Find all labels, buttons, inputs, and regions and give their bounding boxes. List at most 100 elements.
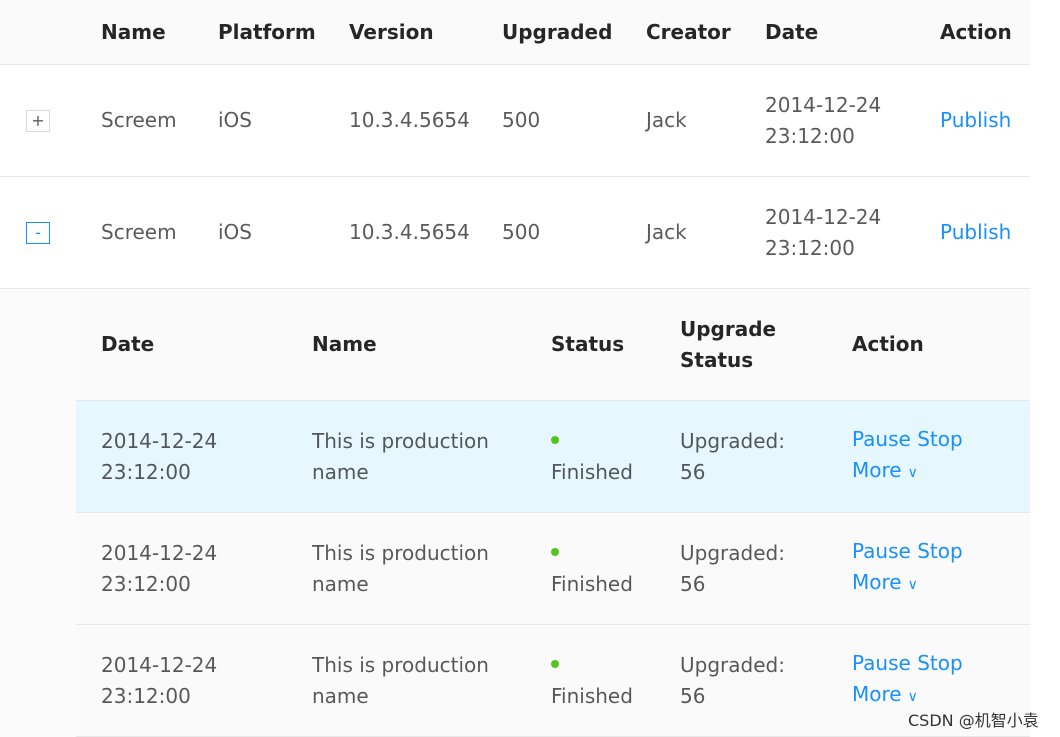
status-dot-icon	[551, 548, 559, 556]
minus-square-icon: -	[35, 223, 41, 242]
status-text: Finished	[551, 683, 633, 708]
nested-row-date-time: 23:12:00	[101, 459, 191, 484]
watermark: CSDN @机智小袁	[908, 711, 1039, 730]
nested-table-row: 2014-12-24 23:12:00 This is production n…	[76, 401, 1030, 513]
plus-square-icon: +	[31, 111, 45, 130]
nested-header-upgrade-status-line1: Upgrade	[680, 316, 777, 341]
row-date: 2014-12-24 23:12:00	[765, 65, 881, 176]
row-version: 10.3.4.5654	[349, 108, 470, 132]
header-date[interactable]: Date	[765, 0, 818, 64]
row-platform: iOS	[218, 220, 252, 244]
header-name[interactable]: Name	[101, 0, 166, 64]
row-version: 10.3.4.5654	[349, 220, 470, 244]
nested-row-upgrade-status: Upgraded: 56	[680, 513, 785, 624]
nested-row-name-line2: name	[312, 459, 369, 484]
nested-row-status: Finished	[551, 513, 633, 624]
upgrade-status-count: 56	[680, 459, 706, 484]
nested-row-date-time: 23:12:00	[101, 571, 191, 596]
nested-header-upgrade-status-line2: Status	[680, 347, 754, 372]
nested-header-date[interactable]: Date	[101, 289, 154, 400]
nested-row-name-line1: This is production	[312, 540, 489, 565]
row-upgraded: 500	[502, 220, 541, 244]
collapse-row-button[interactable]: -	[26, 222, 50, 244]
publish-link[interactable]: Publish	[940, 65, 1011, 176]
stop-link[interactable]: Stop	[917, 539, 962, 563]
chevron-down-icon: ∨	[907, 465, 918, 481]
upgrade-status-count: 56	[680, 683, 706, 708]
pause-link[interactable]: Pause	[852, 539, 911, 563]
row-date: 2014-12-24 23:12:00	[765, 177, 881, 288]
row-date-day: 2014-12-24	[765, 92, 882, 117]
more-label: More	[852, 458, 902, 482]
expand-row-button[interactable]: +	[26, 110, 50, 132]
header-platform[interactable]: Platform	[218, 0, 316, 64]
nested-row-name: This is production name	[312, 513, 489, 624]
nested-row-date: 2014-12-24 23:12:00	[101, 401, 217, 512]
table-row: - Screem iOS 10.3.4.5654 500 Jack 2014-1…	[0, 177, 1030, 289]
nested-table-row: 2014-12-24 23:12:00 This is production n…	[76, 513, 1030, 625]
chevron-down-icon: ∨	[907, 577, 918, 593]
nested-row-name-line1: This is production	[312, 428, 489, 453]
row-name: Screem	[101, 108, 177, 132]
row-name: Screem	[101, 220, 177, 244]
publish-link-label[interactable]: Publish	[940, 217, 1011, 248]
more-label: More	[852, 682, 902, 706]
publish-link-label[interactable]: Publish	[940, 105, 1011, 136]
nested-row-name-line2: name	[312, 571, 369, 596]
row-date-time: 23:12:00	[765, 235, 855, 260]
nested-row-name-line1: This is production	[312, 652, 489, 677]
nested-header-name[interactable]: Name	[312, 289, 377, 400]
outer-table-header: Name Platform Version Upgraded Creator D…	[0, 0, 1030, 65]
nested-header-upgrade-status[interactable]: Upgrade Status	[680, 289, 776, 400]
nested-table-row: 2014-12-24 23:12:00 This is production n…	[76, 625, 1030, 737]
status-text: Finished	[551, 571, 633, 596]
header-creator[interactable]: Creator	[646, 0, 731, 64]
nested-row-date-day: 2014-12-24	[101, 540, 218, 565]
row-upgraded: 500	[502, 108, 541, 132]
status-dot-icon	[551, 436, 559, 444]
upgrade-status-label: Upgraded:	[680, 540, 785, 565]
publish-link[interactable]: Publish	[940, 177, 1011, 288]
upgrade-status-label: Upgraded:	[680, 428, 785, 453]
nested-row-upgrade-status: Upgraded: 56	[680, 401, 785, 512]
nested-row-date-day: 2014-12-24	[101, 428, 218, 453]
nested-header-action[interactable]: Action	[852, 289, 924, 400]
nested-table: Date Name Status Upgrade Status Action 2…	[76, 289, 1030, 737]
nested-table-header: Date Name Status Upgrade Status Action	[76, 289, 1030, 401]
status-dot-icon	[551, 660, 559, 668]
upgrade-status-label: Upgraded:	[680, 652, 785, 677]
outer-table: Name Platform Version Upgraded Creator D…	[0, 0, 1030, 289]
nested-row-date-time: 23:12:00	[101, 683, 191, 708]
row-platform: iOS	[218, 108, 252, 132]
nested-row-date: 2014-12-24 23:12:00	[101, 625, 217, 736]
more-label: More	[852, 570, 902, 594]
status-text: Finished	[551, 459, 633, 484]
nested-row-name: This is production name	[312, 401, 489, 512]
pause-link[interactable]: Pause	[852, 651, 911, 675]
header-upgraded[interactable]: Upgraded	[502, 0, 612, 64]
row-creator: Jack	[646, 108, 687, 132]
more-dropdown[interactable]: More ∨	[852, 567, 963, 601]
table-row: + Screem iOS 10.3.4.5654 500 Jack 2014-1…	[0, 65, 1030, 177]
nested-row-status: Finished	[551, 401, 633, 512]
stop-link[interactable]: Stop	[917, 427, 962, 451]
nested-row-date: 2014-12-24 23:12:00	[101, 513, 217, 624]
nested-row-name-line2: name	[312, 683, 369, 708]
stop-link[interactable]: Stop	[917, 651, 962, 675]
row-creator: Jack	[646, 220, 687, 244]
more-dropdown[interactable]: More ∨	[852, 455, 963, 489]
nested-row-upgrade-status: Upgraded: 56	[680, 625, 785, 736]
nested-row-actions: Pause Stop More ∨	[852, 401, 963, 512]
row-date-time: 23:12:00	[765, 123, 855, 148]
row-date-day: 2014-12-24	[765, 204, 882, 229]
pause-link[interactable]: Pause	[852, 427, 911, 451]
nested-row-actions: Pause Stop More ∨	[852, 513, 963, 624]
header-version[interactable]: Version	[349, 0, 434, 64]
upgrade-status-count: 56	[680, 571, 706, 596]
nested-row-name: This is production name	[312, 625, 489, 736]
expanded-row-panel: Date Name Status Upgrade Status Action 2…	[0, 289, 1030, 737]
nested-header-status[interactable]: Status	[551, 289, 624, 400]
nested-row-date-day: 2014-12-24	[101, 652, 218, 677]
header-action[interactable]: Action	[940, 0, 1012, 64]
nested-row-status: Finished	[551, 625, 633, 736]
